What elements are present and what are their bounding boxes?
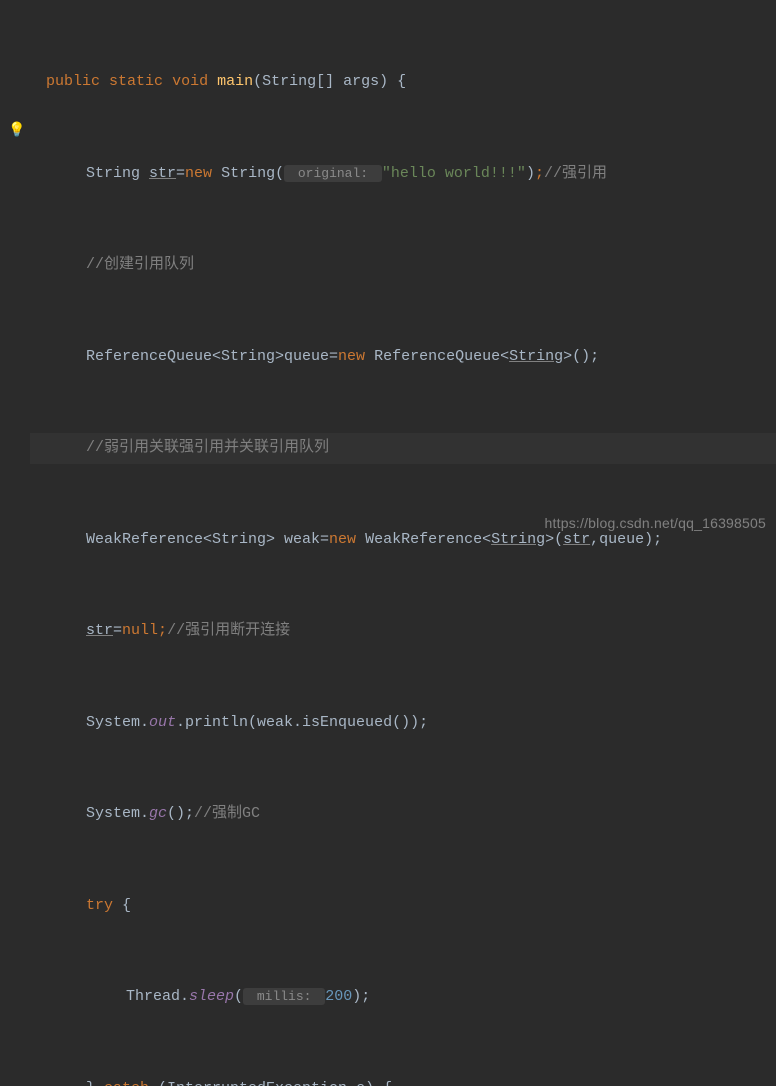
keyword: catch xyxy=(104,1080,149,1086)
comment: //弱引用关联强引用并关联引用队列 xyxy=(86,439,329,456)
text: = xyxy=(176,165,185,182)
code-line: Thread.sleep( millis: 200); xyxy=(30,982,776,1013)
variable: str xyxy=(86,622,113,639)
text: (String[] args) { xyxy=(253,73,406,90)
text: { xyxy=(113,897,131,914)
method-name: main xyxy=(217,73,253,90)
text: = xyxy=(113,622,122,639)
text: String xyxy=(86,165,149,182)
code-line: public static void main(String[] args) { xyxy=(30,67,776,98)
gutter: 💡 xyxy=(0,0,30,543)
code-line: } catch (InterruptedException e) { xyxy=(30,1074,776,1086)
text: ; xyxy=(535,165,544,182)
text: WeakReference<String> weak= xyxy=(86,531,329,548)
keyword: void xyxy=(172,73,208,90)
comment: //创建引用队列 xyxy=(86,256,194,273)
text: (InterruptedException e) { xyxy=(149,1080,392,1086)
text: ; xyxy=(158,622,167,639)
code-line: System.gc();//强制GC xyxy=(30,799,776,830)
text: String( xyxy=(212,165,284,182)
method: sleep xyxy=(189,988,234,1005)
type: String xyxy=(509,348,563,365)
param-hint: millis: xyxy=(243,988,325,1005)
text: WeakReference< xyxy=(356,531,491,548)
keyword: public xyxy=(46,73,100,90)
text: System. xyxy=(86,714,149,731)
code-line: str=null;//强引用断开连接 xyxy=(30,616,776,647)
number: 200 xyxy=(325,988,352,1005)
code-area[interactable]: public static void main(String[] args) {… xyxy=(30,0,776,543)
text: ); xyxy=(352,988,370,1005)
text: (); xyxy=(167,805,194,822)
watermark: https://blog.csdn.net/qq_16398505 xyxy=(545,515,766,531)
text: ,queue); xyxy=(590,531,662,548)
method: gc xyxy=(149,805,167,822)
text: ) xyxy=(526,165,535,182)
keyword: new xyxy=(185,165,212,182)
code-line: System.out.println(weak.isEnqueued()); xyxy=(30,708,776,739)
keyword: static xyxy=(109,73,163,90)
param-hint: original: xyxy=(284,165,382,182)
variable: str xyxy=(563,531,590,548)
field: out xyxy=(149,714,176,731)
string-literal: "hello world!!!" xyxy=(382,165,526,182)
code-line: try { xyxy=(30,891,776,922)
text: ( xyxy=(234,988,243,1005)
comment: //强引用 xyxy=(544,165,607,182)
comment: //强引用断开连接 xyxy=(167,622,290,639)
comment: //强制GC xyxy=(194,805,260,822)
keyword: new xyxy=(329,531,356,548)
lightbulb-icon[interactable]: 💡 xyxy=(8,122,25,139)
text: ReferenceQueue< xyxy=(365,348,509,365)
type: String xyxy=(491,531,545,548)
code-line: String str=new String( original: "hello … xyxy=(30,159,776,190)
code-editor[interactable]: 💡 public static void main(String[] args)… xyxy=(0,0,776,543)
text: Thread. xyxy=(126,988,189,1005)
text: ReferenceQueue<String>queue= xyxy=(86,348,338,365)
keyword: new xyxy=(338,348,365,365)
text: >(); xyxy=(563,348,599,365)
text: } xyxy=(86,1080,104,1086)
code-line-current: //弱引用关联强引用并关联引用队列 xyxy=(30,433,776,464)
text: System. xyxy=(86,805,149,822)
text: >( xyxy=(545,531,563,548)
keyword: try xyxy=(86,897,113,914)
keyword: null xyxy=(122,622,158,639)
code-line: ReferenceQueue<String>queue=new Referenc… xyxy=(30,342,776,373)
code-line: //创建引用队列 xyxy=(30,250,776,281)
text: .println(weak.isEnqueued()); xyxy=(176,714,428,731)
variable: str xyxy=(149,165,176,182)
